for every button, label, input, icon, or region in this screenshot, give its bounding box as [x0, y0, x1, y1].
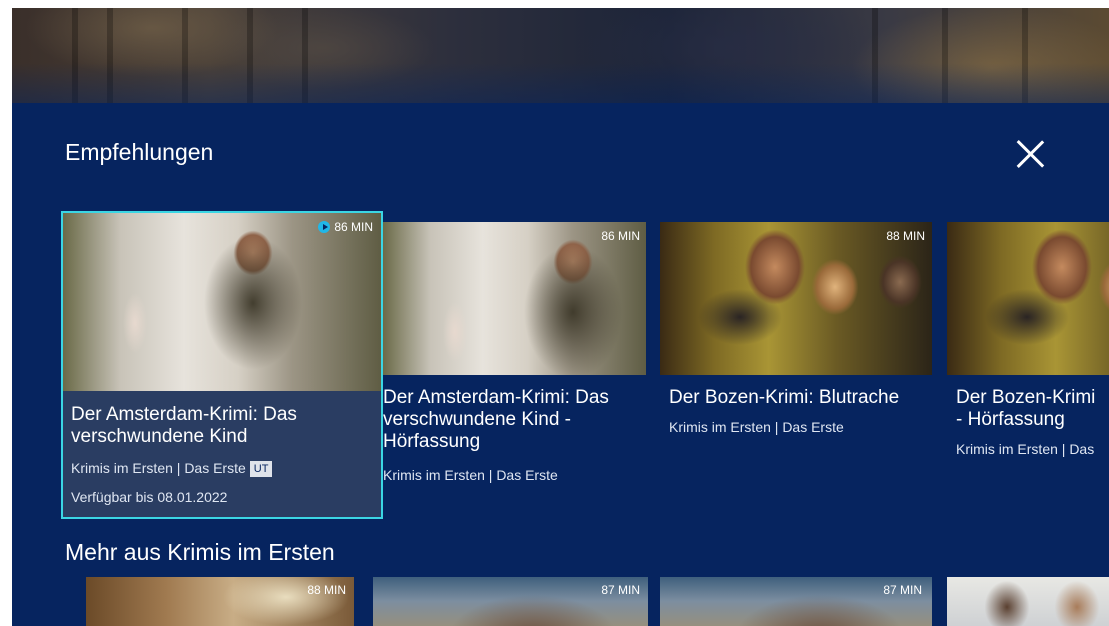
- thumbnail-image: [947, 222, 1109, 375]
- card-title: Der Amsterdam-Krimi: Das verschwundene K…: [383, 387, 609, 452]
- play-circle-icon: [318, 221, 331, 233]
- thumbnail-image: [947, 577, 1109, 626]
- duration-label: 87 MIN: [883, 583, 922, 597]
- card-meta: Krimis im Ersten | Das Erste: [669, 419, 844, 435]
- thumbnail-image: [660, 222, 932, 375]
- more-card-2[interactable]: 87 MIN: [373, 577, 648, 626]
- subtitle-badge: UT: [249, 461, 273, 477]
- card-meta: Krimis im Ersten | Das: [956, 441, 1095, 457]
- duration-label: 88 MIN: [307, 583, 346, 597]
- duration-label: 88 MIN: [886, 229, 925, 243]
- hero-image: [12, 8, 1109, 103]
- more-section-title: Mehr aus Krimis im Ersten: [65, 539, 335, 565]
- thumbnail-image: [63, 213, 381, 391]
- recommendations-title: Empfehlungen: [65, 139, 214, 165]
- card-title: Der Bozen-Krimi - Hörfassung: [956, 387, 1096, 430]
- card-title: Der Bozen-Krimi: Blutrache: [669, 387, 900, 408]
- card-title: Der Amsterdam-Krimi: Das verschwundene K…: [71, 404, 297, 447]
- card-meta: Krimis im Ersten | Das Erste: [383, 467, 558, 483]
- availability-label: Verfügbar bis 08.01.2022: [71, 489, 228, 505]
- recommendation-card-1[interactable]: 86 MIN Der Amsterdam-Krimi: Das verschwu…: [61, 211, 383, 519]
- recommendation-card-4[interactable]: Der Bozen-Krimi - Hörfassung Krimis im E…: [947, 222, 1109, 472]
- thumbnail-image: [383, 222, 646, 375]
- more-card-1[interactable]: 88 MIN: [86, 577, 354, 626]
- recommendation-card-3[interactable]: 88 MIN Der Bozen-Krimi: Blutrache Krimis…: [660, 222, 935, 452]
- card-meta: Krimis im Ersten | Das Erste UT: [71, 460, 273, 477]
- more-card-3[interactable]: 87 MIN: [660, 577, 932, 626]
- duration-label: 87 MIN: [601, 583, 640, 597]
- more-card-4[interactable]: [947, 577, 1109, 626]
- duration-label: 86 MIN: [601, 229, 640, 243]
- app-viewport: Empfehlungen 86 MIN Der Amsterdam-Krimi:…: [12, 8, 1109, 626]
- recommendation-card-2[interactable]: 86 MIN Der Amsterdam-Krimi: Das verschwu…: [383, 222, 648, 502]
- duration-label: 86 MIN: [318, 220, 373, 234]
- close-icon[interactable]: [1012, 136, 1048, 172]
